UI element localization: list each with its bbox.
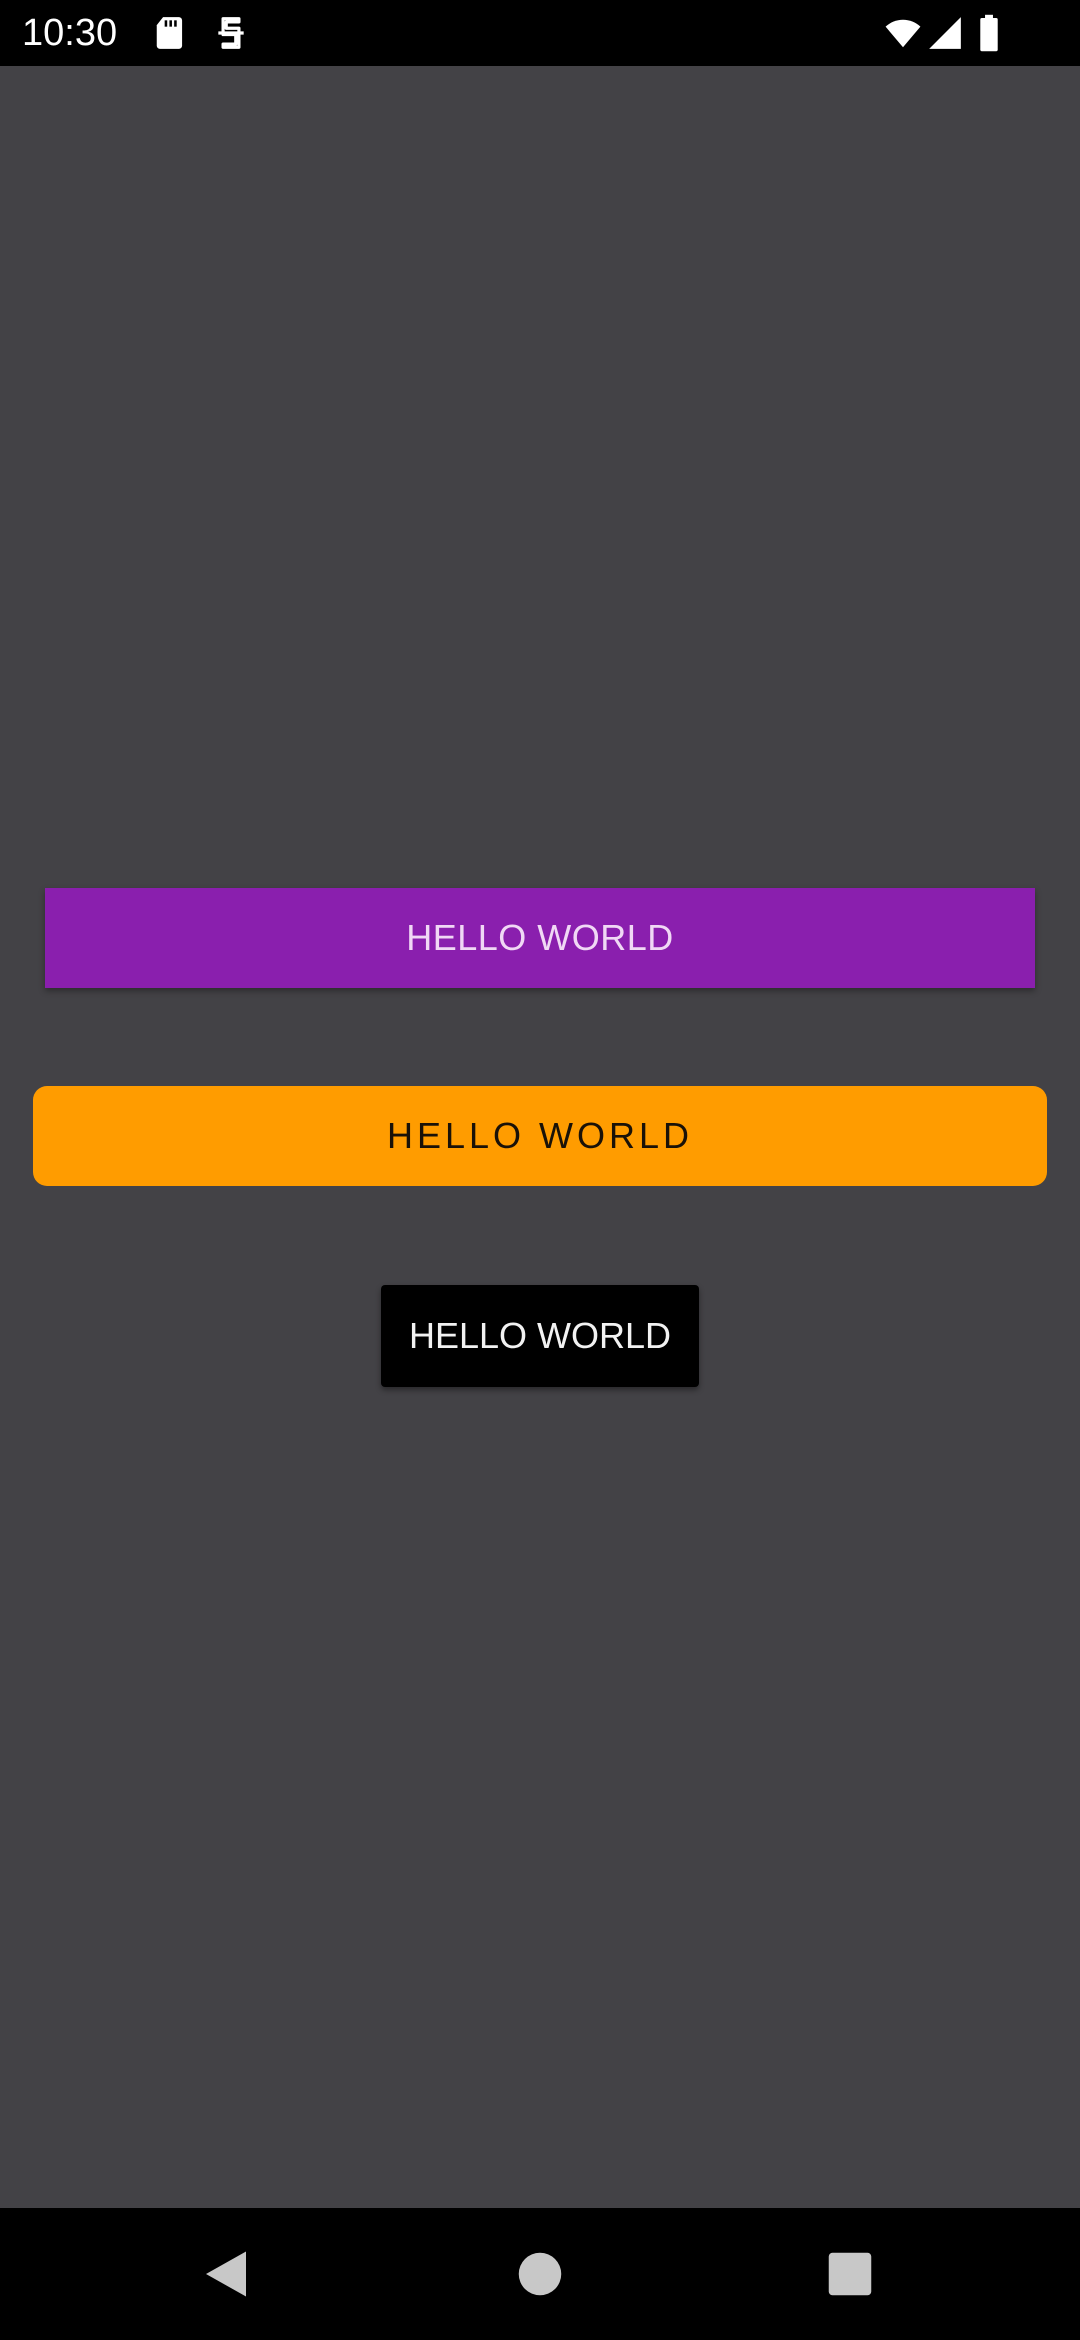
hello-world-button-orange[interactable]: HELLO WORLD xyxy=(33,1086,1047,1186)
signal-icon xyxy=(926,14,964,52)
hello-world-button-purple[interactable]: HELLO WORLD xyxy=(45,888,1035,988)
home-icon[interactable] xyxy=(510,2244,570,2304)
status-time: 10:30 xyxy=(22,12,118,54)
sd-card-icon xyxy=(152,14,190,52)
button-label: HELLO WORLD xyxy=(406,917,674,958)
sync-icon xyxy=(212,14,250,52)
button-label: HELLO WORLD xyxy=(386,1115,694,1156)
button-label: HELLO WORLD xyxy=(408,1315,672,1356)
hello-world-button-black[interactable]: HELLO WORLD xyxy=(381,1285,699,1387)
status-bar: 10:30 xyxy=(0,0,1080,66)
navigation-bar xyxy=(0,2208,1080,2340)
recents-icon[interactable] xyxy=(820,2244,880,2304)
app-screen: 10:30 HELLO WORLD HELLO WORLD HELLO WORL… xyxy=(0,0,1080,2340)
wifi-icon xyxy=(884,14,922,52)
back-icon[interactable] xyxy=(196,2244,256,2304)
battery-icon xyxy=(978,14,1000,52)
